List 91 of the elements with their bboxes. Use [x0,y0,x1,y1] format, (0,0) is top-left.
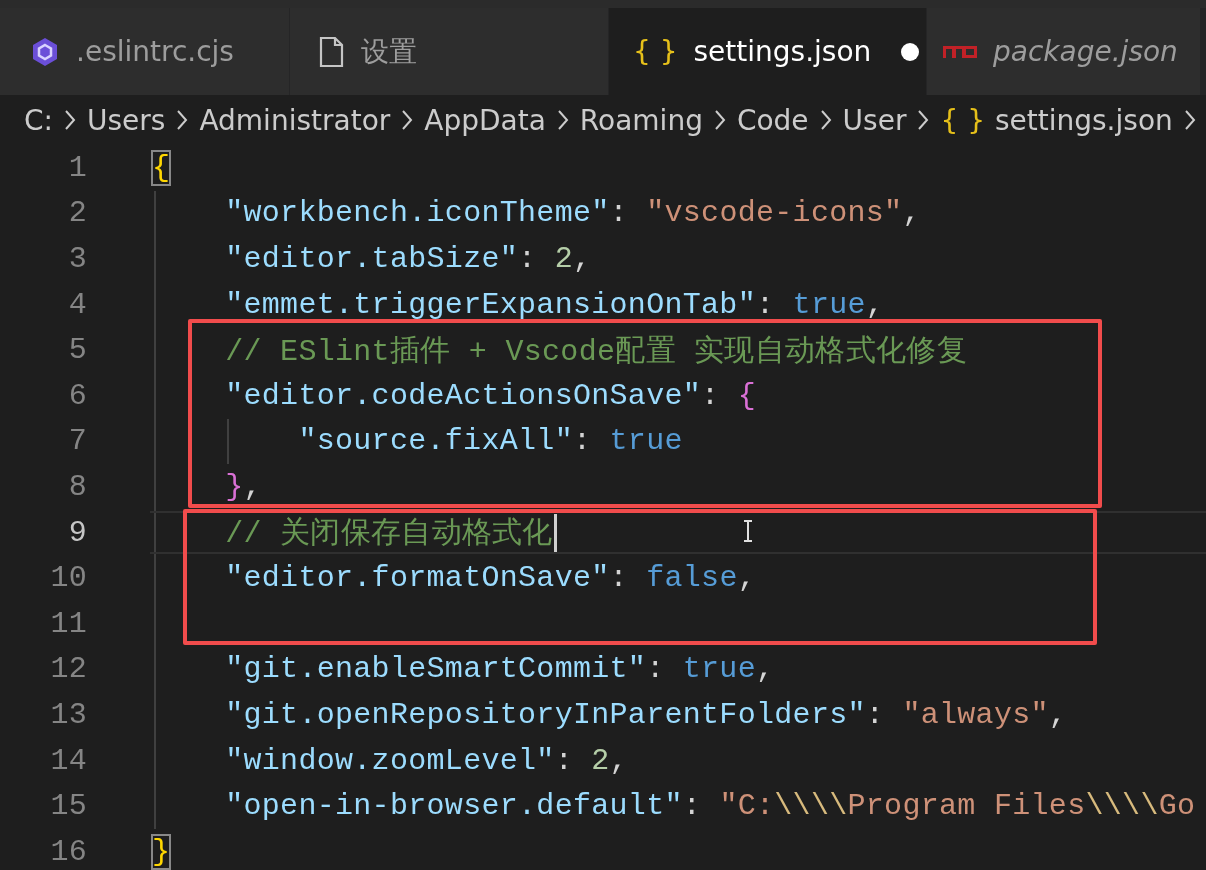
code-token: : [609,196,629,231]
code-token: Program Files [847,789,1086,824]
line-number: 7 [67,424,87,459]
code-token: "emmet.triggerExpansionOnTab" [225,287,756,322]
chevron-icon [555,108,570,132]
code-token: } [152,834,171,869]
code-token: Go [1158,789,1196,824]
code-token: 2 [591,743,610,778]
code-token: : [865,697,886,732]
line-number: 5 [67,333,87,368]
code-token: true [792,287,866,322]
code-token: : [756,287,776,322]
code-token: "window.zoomLevel" [225,743,555,778]
code-token: , [737,561,756,596]
line-number: 14 [49,743,87,778]
code-token: { [152,150,171,185]
editor-tab[interactable]: package.json [927,8,1201,95]
breadcrumb-item[interactable]: Code [736,103,809,137]
line-number: 3 [67,242,87,276]
editor-tab[interactable]: 设置 [290,8,609,95]
chevron-icon [818,108,833,132]
code-token: true [682,652,756,687]
line-number: 8 [67,469,87,504]
code-token: "editor.tabSize" [225,242,519,276]
code-token: "source.fixAll" [298,424,573,459]
code-token: : [701,378,721,413]
code-token: , [902,196,921,231]
line-number: 4 [67,287,87,322]
code-token: 2 [554,242,573,276]
code-token: , [572,242,592,276]
code-token: : [646,652,666,687]
line-number: 9 [67,515,87,550]
code-token: "open-in-browser.default" [225,789,683,824]
breadcrumb-item[interactable]: settings.json [994,103,1173,137]
code-token: : [554,743,574,778]
line-number: 10 [49,561,87,596]
code-token: : [518,242,538,276]
line-number: 12 [49,652,87,687]
code-token: "always" [902,697,1049,732]
breadcrumb-item[interactable]: Roaming [579,103,703,137]
braces-icon: { } [633,35,678,68]
code-token: , [865,287,885,322]
code-token: "vscode-icons" [646,196,903,231]
line-number: 11 [49,606,87,641]
code-comment: // ESlint插件 + Vscode配置 实现自动格式化修复 [225,333,967,371]
code-token: \\\\ [1085,789,1159,824]
code-token: , [1048,697,1068,732]
code-token: "editor.codeActionsOnSave" [225,378,702,413]
line-number: 15 [49,789,87,824]
code-token: : [609,561,629,596]
i-beam-cursor-icon [742,519,754,542]
line-number: 1 [67,150,87,185]
line-number: 13 [49,697,87,732]
code-comment: // 关闭保存自动格式化 [225,516,553,554]
code-token: { [737,378,756,413]
chevron-icon [1182,108,1197,132]
chevron-icon [63,108,77,132]
breadcrumb-item[interactable]: AppData [424,103,546,137]
code-token: , [756,652,775,687]
code-token: true [609,424,683,459]
code-token: "git.openRepositoryInParentFolders" [225,697,866,732]
code-token: "git.enableSmartCommit" [225,652,647,687]
line-number: 2 [67,196,87,231]
line-number: 16 [49,834,87,869]
breadcrumb-item[interactable]: User [842,103,907,137]
hexagon-icon [30,36,60,67]
breadcrumb-item[interactable]: Administrator [199,103,391,137]
line-number: 6 [67,378,87,413]
chevron-icon [175,108,190,132]
chevron-icon [712,108,727,132]
code-token: "C: [719,789,775,824]
code-token: , [243,469,262,504]
code-token: , [609,743,628,778]
file-icon [318,35,345,68]
editor-tab[interactable]: .eslintrc.cjs [0,8,290,95]
code-token: false [646,561,738,596]
unsaved-dot [901,42,920,61]
breadcrumb-item[interactable]: Users [87,103,166,137]
chevron-icon [400,108,415,132]
code-token: : [572,424,593,459]
code-token: \\\\ [774,789,848,824]
text-cursor [553,513,557,552]
code-token: } [225,469,244,504]
braces-icon: { } [940,103,985,137]
package-icon [943,45,977,58]
code-token: "editor.formatOnSave" [225,561,610,596]
code-token: : [682,789,703,824]
breadcrumb-item[interactable]: C: [24,103,53,137]
chevron-icon [916,108,931,132]
code-token: "workbench.iconTheme" [225,196,610,231]
editor-tab[interactable]: { } settings.json [609,8,927,95]
